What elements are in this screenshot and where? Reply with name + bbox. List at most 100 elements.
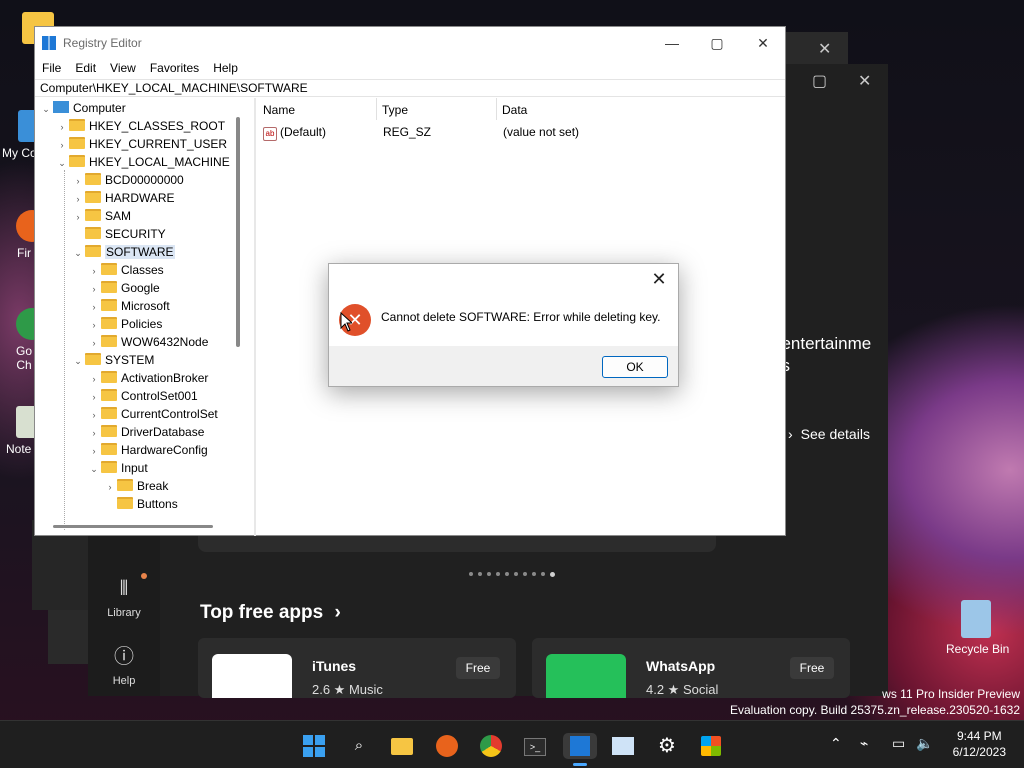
carousel-dot[interactable] — [469, 572, 473, 576]
carousel-dot[interactable] — [532, 572, 536, 576]
app-card-itunes[interactable]: iTunes 2.6 ★ Music Free — [198, 638, 516, 698]
chevron-right-icon[interactable]: › — [87, 442, 101, 460]
menu-help[interactable]: Help — [206, 59, 245, 79]
start-button[interactable] — [301, 733, 327, 759]
tree-node-selected[interactable]: ⌄ SOFTWARE — [71, 243, 175, 261]
tree-node[interactable]: › Policies — [87, 315, 162, 333]
tree-node[interactable]: › Microsoft — [87, 297, 170, 315]
tree-node[interactable]: › Classes — [87, 261, 164, 279]
chevron-right-icon[interactable]: › — [87, 424, 101, 442]
key-tree[interactable]: ⌄ Computer › HKEY_CLASSES_ROOT › HKEY_CURRE… — [35, 98, 254, 550]
settings-button[interactable]: ⚙ — [654, 733, 680, 759]
chevron-down-icon[interactable]: ⌄ — [71, 244, 85, 262]
chevron-right-icon[interactable]: › — [87, 406, 101, 424]
column-divider[interactable] — [376, 98, 377, 120]
tree-node[interactable]: › SAM — [71, 207, 131, 225]
chevron-down-icon[interactable]: ⌄ — [55, 154, 69, 172]
chevron-right-icon[interactable]: › — [87, 262, 101, 280]
chevron-right-icon[interactable]: › — [87, 388, 101, 406]
desktop-icon-recycle-bin[interactable]: Recycle Bin — [946, 600, 1009, 656]
tree-node[interactable]: › HKEY_CURRENT_USER — [55, 135, 227, 153]
carousel-dot[interactable] — [505, 572, 509, 576]
error-dialog[interactable]: ✕ ✕ Cannot delete SOFTWARE: Error while … — [328, 263, 679, 387]
volume-icon[interactable]: 🔈 — [916, 735, 933, 752]
tree-node[interactable]: › HardwareConfig — [87, 441, 208, 459]
tree-node[interactable]: › DriverDatabase — [87, 423, 204, 441]
tree-node[interactable]: ⌄ SYSTEM — [71, 351, 154, 369]
tree-node[interactable]: › CurrentControlSet — [87, 405, 218, 423]
chevron-down-icon[interactable]: ⌄ — [87, 460, 101, 478]
clock[interactable]: 9:44 PM 6/12/2023 — [953, 728, 1006, 760]
microsoft-store-button[interactable] — [698, 733, 724, 759]
tree-node[interactable]: › WOW6432Node — [87, 333, 208, 351]
chevron-right-icon[interactable]: › — [87, 370, 101, 388]
title-bar[interactable]: Registry Editor — ▢ ✕ — [35, 27, 785, 59]
tree-node[interactable]: › HKEY_CLASSES_ROOT — [55, 117, 225, 135]
search-button[interactable]: ⌕ — [346, 733, 372, 759]
address-bar[interactable]: Computer\HKEY_LOCAL_MACHINE\SOFTWARE — [35, 79, 785, 97]
carousel-dot[interactable] — [541, 572, 545, 576]
chevron-right-icon[interactable]: › — [71, 208, 85, 226]
pane-splitter[interactable] — [254, 98, 256, 536]
close-icon[interactable]: ✕ — [818, 42, 831, 58]
tree-horizontal-scrollbar[interactable] — [53, 525, 213, 528]
carousel-dot-active[interactable] — [550, 572, 555, 577]
carousel-dot[interactable] — [487, 572, 491, 576]
tree-node[interactable]: SECURITY — [71, 225, 166, 243]
chevron-right-icon[interactable]: › — [87, 298, 101, 316]
price-badge[interactable]: Free — [456, 657, 500, 679]
chevron-up-icon[interactable]: ⌃ — [830, 735, 842, 752]
column-header-name[interactable]: Name — [263, 103, 295, 117]
chevron-right-icon[interactable]: › — [103, 478, 117, 496]
tree-node-computer[interactable]: ⌄ Computer — [39, 99, 126, 117]
close-button[interactable]: ✕ — [749, 33, 777, 53]
task-manager-button[interactable] — [610, 733, 636, 759]
maximize-button[interactable]: ▢ — [703, 33, 731, 53]
registry-editor-button[interactable] — [563, 733, 597, 759]
nav-help[interactable]: ⓘ Help — [102, 640, 146, 687]
value-row[interactable]: ab (Default) REG_SZ (value not set) — [263, 125, 579, 141]
column-divider[interactable] — [496, 98, 497, 120]
tree-node[interactable]: ⌄ Input — [87, 459, 148, 477]
tree-vertical-scrollbar[interactable] — [236, 117, 240, 347]
file-explorer-button[interactable] — [389, 733, 415, 759]
display-icon[interactable]: ▭ — [892, 735, 905, 752]
menu-file[interactable]: File — [35, 59, 68, 79]
carousel-dots[interactable] — [469, 572, 555, 577]
ok-button[interactable]: OK — [602, 356, 668, 378]
column-header-type[interactable]: Type — [382, 103, 408, 117]
section-title[interactable]: Top free apps › — [200, 602, 341, 624]
tree-node[interactable]: Buttons — [103, 495, 178, 513]
chevron-right-icon[interactable]: › — [71, 172, 85, 190]
network-icon[interactable]: ⌁ — [860, 735, 868, 752]
tree-node[interactable]: › ActivationBroker — [87, 369, 208, 387]
tree-node[interactable]: › HARDWARE — [71, 189, 175, 207]
tree-node[interactable]: › Break — [103, 477, 168, 495]
price-badge[interactable]: Free — [790, 657, 834, 679]
minimize-button[interactable]: — — [658, 33, 686, 53]
tree-node[interactable]: ⌄ HKEY_LOCAL_MACHINE — [55, 153, 230, 171]
column-header-data[interactable]: Data — [502, 103, 527, 117]
chevron-right-icon[interactable]: › — [55, 136, 69, 154]
menu-favorites[interactable]: Favorites — [143, 59, 206, 79]
chrome-button[interactable] — [478, 733, 504, 759]
chevron-right-icon[interactable]: › — [87, 316, 101, 334]
nav-library[interactable]: ⫴ Library — [102, 578, 146, 619]
tree-node[interactable]: › Google — [87, 279, 160, 297]
carousel-dot[interactable] — [523, 572, 527, 576]
maximize-icon[interactable]: ▢ — [812, 74, 827, 90]
chevron-right-icon[interactable]: › — [87, 334, 101, 352]
see-details-link[interactable]: › See details — [788, 426, 870, 442]
chevron-down-icon[interactable]: ⌄ — [71, 352, 85, 370]
close-button[interactable]: ✕ — [646, 268, 672, 290]
chevron-right-icon[interactable]: › — [71, 190, 85, 208]
carousel-dot[interactable] — [496, 572, 500, 576]
menu-edit[interactable]: Edit — [68, 59, 103, 79]
chevron-right-icon[interactable]: › — [55, 118, 69, 136]
menu-view[interactable]: View — [103, 59, 143, 79]
tree-node[interactable]: › BCD00000000 — [71, 171, 184, 189]
carousel-dot[interactable] — [478, 572, 482, 576]
terminal-button[interactable]: >_ — [522, 733, 548, 759]
chevron-right-icon[interactable]: › — [87, 280, 101, 298]
carousel-dot[interactable] — [514, 572, 518, 576]
